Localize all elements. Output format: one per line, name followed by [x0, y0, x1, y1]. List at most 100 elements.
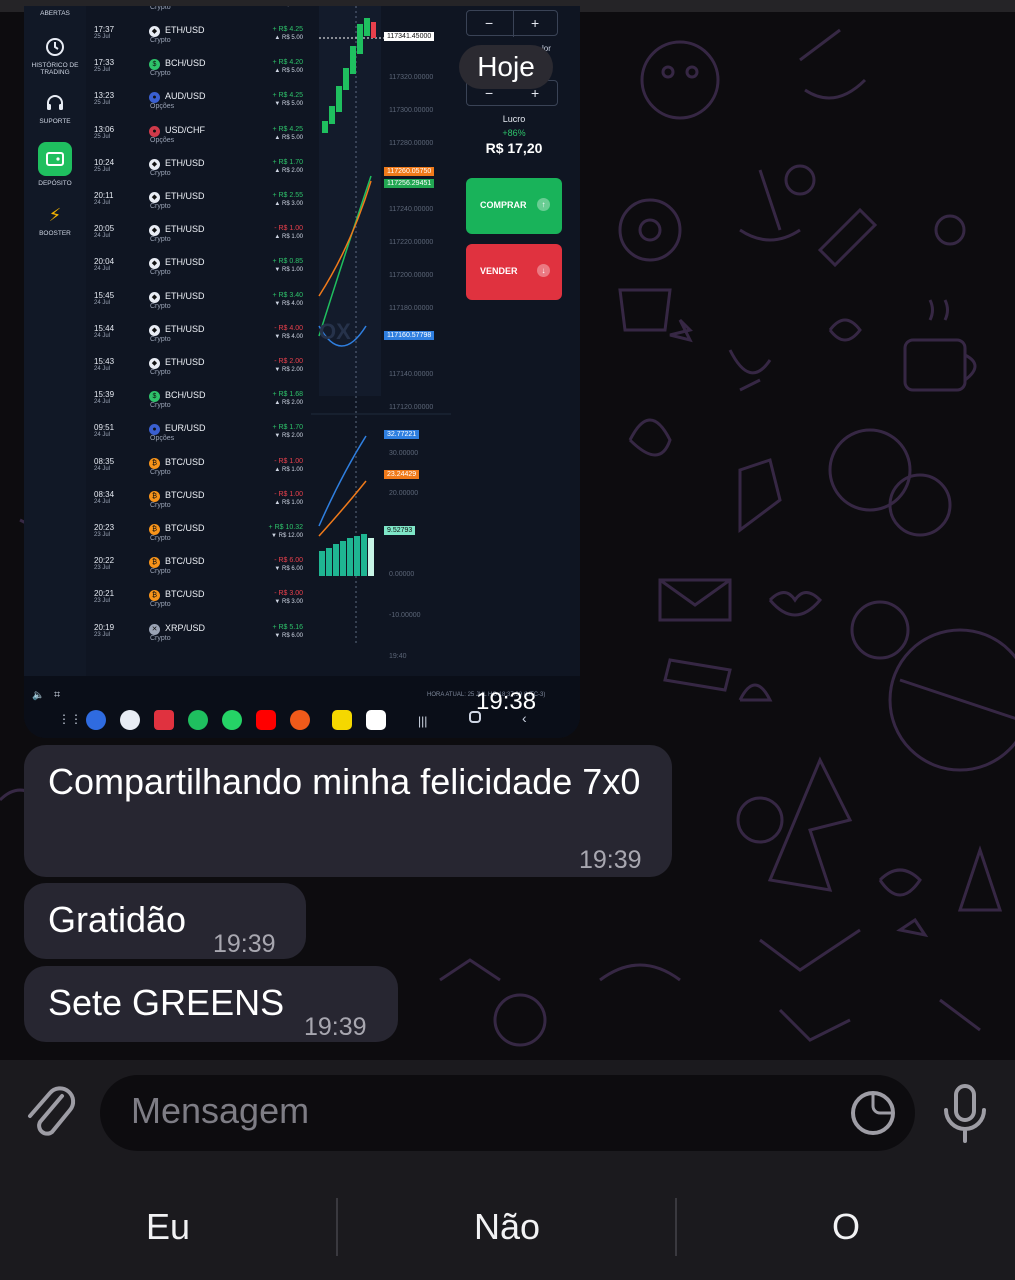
- trade-pair: ETH/USD: [165, 25, 205, 35]
- price-axis-label: 117300.00000: [389, 107, 434, 114]
- amount-stepper[interactable]: − +: [466, 10, 558, 37]
- message-bubble[interactable]: Sete GREENS 19:39: [24, 966, 398, 1042]
- trade-row[interactable]: 20:22 23 Jul ₿ BTC/USD Crypto - R$ 6.00 ▼ R$ 6…: [86, 554, 311, 587]
- trade-time: 13:06: [94, 124, 115, 134]
- app-icon-camera[interactable]: [120, 710, 140, 730]
- trade-time: 10:24: [94, 157, 115, 167]
- suggestion-item[interactable]: O: [678, 1168, 1014, 1280]
- trade-date: 24 Jul: [94, 399, 111, 406]
- apps-grid-icon[interactable]: ⋮⋮: [58, 712, 82, 726]
- app-icon-whatsapp[interactable]: [222, 710, 242, 730]
- trade-time: 20:21: [94, 589, 115, 599]
- trade-row[interactable]: 20:04 24 Jul ◆ ETH/USD Crypto + R$ 0.85 ▼ R$ 1…: [86, 255, 311, 288]
- btc-coin-icon: ₿: [149, 457, 160, 469]
- sidebar-label: SUPORTE: [39, 118, 71, 125]
- trade-time: 20:04: [94, 257, 115, 267]
- message-bubble[interactable]: Compartilhando minha felicidade 7x0 19:3…: [24, 745, 672, 877]
- trade-pair: USD/CHF: [165, 124, 205, 135]
- app-icon-bank[interactable]: [332, 710, 352, 730]
- trade-row[interactable]: 09:51 24 Jul ● EUR/USD Opções + R$ 1.70 ▼ R$ 2…: [86, 421, 311, 454]
- trade-date: 24 Jul: [94, 498, 111, 505]
- app-icon-phone[interactable]: [188, 710, 208, 730]
- app-icon-youtube[interactable]: [256, 710, 276, 730]
- trade-row[interactable]: 15:45 24 Jul ◆ ETH/USD Crypto + R$ 3.40 ▼ R$ 4…: [86, 289, 311, 322]
- minus-button[interactable]: −: [485, 15, 493, 31]
- trade-row[interactable]: 20:19 23 Jul ✕ XRP/USD Crypto + R$ 5.16 ▼ R$ 6…: [86, 621, 311, 654]
- app-icon-app[interactable]: [290, 710, 310, 730]
- trade-pair: ETH/USD: [165, 224, 205, 235]
- trade-pnl: + R$ 1.68: [272, 391, 303, 399]
- suggestion-item[interactable]: Eu: [0, 1168, 336, 1280]
- sticker-icon[interactable]: [848, 1088, 898, 1138]
- histogram: [319, 534, 374, 576]
- arrow-up-icon: ↑: [537, 198, 550, 211]
- trade-row[interactable]: 25 Jul◆Crypto▲ R$ 5.00: [86, 6, 311, 23]
- trade-row[interactable]: 15:39 24 Jul $ BCH/USD Crypto + R$ 1.68 ▲ R$ 2…: [86, 388, 311, 421]
- trade-category: Crypto: [150, 402, 171, 410]
- trade-pnl: - R$ 3.00: [274, 590, 303, 598]
- microphone-icon[interactable]: [938, 1082, 992, 1144]
- trade-row[interactable]: 13:23 25 Jul ● AUD/USD Opções + R$ 4.25 ▼ R$ 5…: [86, 89, 311, 122]
- trade-history-list: 25 Jul◆Crypto▲ R$ 5.0017:3725 Jul◆ETH/US…: [86, 6, 311, 676]
- trade-row[interactable]: 08:34 24 Jul ₿ BTC/USD Crypto - R$ 1.00 ▲ R$ 1…: [86, 488, 311, 521]
- trade-row[interactable]: 20:05 24 Jul ◆ ETH/USD Crypto - R$ 1.00 ▲ R$ 1…: [86, 222, 311, 255]
- trade-time: 08:34: [94, 489, 115, 499]
- trade-date: 25 Jul: [94, 100, 111, 107]
- trade-pair: AUD/USD: [165, 91, 206, 102]
- wallet-icon: [38, 142, 72, 176]
- trade-category: Crypto: [150, 335, 171, 343]
- trade-date: 25 Jul: [94, 6, 110, 7]
- trade-stake: ▼ R$ 3.00: [274, 599, 303, 606]
- trade-pnl: + R$ 3.40: [272, 291, 303, 299]
- trade-row[interactable]: 08:35 24 Jul ₿ BTC/USD Crypto - R$ 1.00 ▲ R$ 1…: [86, 455, 311, 488]
- indicator-axis-label: 30.00000: [389, 450, 419, 457]
- trade-pnl: + R$ 0.85: [272, 258, 303, 266]
- trade-stake: ▼ R$ 5.00: [274, 101, 303, 108]
- trade-row[interactable]: 10:24 25 Jul ◆ ETH/USD Crypto + R$ 1.70 ▲ R$ 2…: [86, 156, 311, 189]
- btc-coin-icon: ₿: [149, 557, 160, 569]
- trade-date: 24 Jul: [94, 299, 111, 306]
- trade-category: Crypto: [150, 501, 171, 509]
- trade-row[interactable]: 20:11 24 Jul ◆ ETH/USD Crypto + R$ 2.55 ▲ R$ 3…: [86, 189, 311, 222]
- indicator-axis-label: 20.00000: [389, 490, 419, 497]
- trade-row[interactable]: 20:23 23 Jul ₿ BTC/USD Crypto + R$ 10.32 ▼ R$ …: [86, 521, 311, 554]
- eth-coin-icon: ◆: [149, 158, 160, 170]
- trade-category: Crypto: [150, 535, 171, 542]
- app-icon-gmail[interactable]: [366, 710, 386, 730]
- shared-screenshot-image[interactable]: ABERTAS HISTÓRICO DE TRADING SUPORTE DEP…: [24, 6, 580, 738]
- recents-icon[interactable]: |||: [418, 714, 427, 728]
- message-text: Compartilhando minha felicidade 7x0: [48, 761, 641, 802]
- trade-stake: ▼ R$ 4.00: [274, 333, 303, 340]
- plus-button[interactable]: +: [531, 15, 539, 31]
- trade-pair: BTC/USD: [165, 556, 205, 567]
- trade-date: 23 Jul: [94, 532, 111, 538]
- attach-icon[interactable]: [22, 1080, 78, 1144]
- sell-button[interactable]: VENDER ↓: [466, 244, 562, 300]
- btc-coin-icon: ₿: [149, 590, 160, 602]
- trade-row[interactable]: 13:06 25 Jul ● USD/CHF Opções + R$ 4.25 ▲ R$ 5…: [86, 123, 311, 156]
- message-text: Sete GREENS: [48, 982, 285, 1023]
- trade-stake: ▼ R$ 2.00: [274, 367, 303, 373]
- trade-row[interactable]: 20:21 23 Jul ₿ BTC/USD Crypto - R$ 3.00 ▼ R$ 3…: [86, 587, 311, 620]
- arrow-down-icon: ↓: [537, 264, 550, 277]
- message-time: 19:39: [579, 846, 642, 874]
- trade-row[interactable]: 15:44 24 Jul ◆ ETH/USD Crypto - R$ 4.00 ▼ R$ 4…: [86, 322, 311, 355]
- chart-watermark: OX: [319, 319, 351, 344]
- trade-row[interactable]: 17:37 25 Jul ◆ ETH/USD Crypto + R$ 4.25 ▲ R$ 5…: [86, 23, 311, 56]
- trade-category: Opções: [150, 435, 175, 443]
- app-icon-browser[interactable]: [86, 710, 106, 730]
- trade-pair: BTC/USD: [165, 456, 205, 467]
- buy-button[interactable]: COMPRAR ↑: [466, 178, 562, 234]
- eth-coin-icon: ◆: [149, 192, 160, 203]
- trade-time: 20:05: [94, 224, 115, 234]
- trade-pnl: - R$ 4.00: [274, 324, 303, 332]
- trade-pair: XRP/USD: [165, 622, 206, 633]
- trade-row[interactable]: 15:43 24 Jul ◆ ETH/USD Crypto - R$ 2.00 ▼ R$ 2…: [86, 355, 311, 388]
- message-bubble[interactable]: Gratidão 19:39: [24, 883, 306, 959]
- trade-date: 25 Jul: [94, 67, 111, 74]
- suggestion-item[interactable]: Não: [339, 1168, 675, 1280]
- trade-pnl: - R$ 1.00: [274, 457, 303, 465]
- trade-row[interactable]: 17:33 25 Jul $ BCH/USD Crypto + R$ 4.20 ▲ R$ 5…: [86, 56, 311, 89]
- trade-date: 25 Jul: [94, 34, 111, 40]
- app-icon-notes[interactable]: [154, 710, 174, 730]
